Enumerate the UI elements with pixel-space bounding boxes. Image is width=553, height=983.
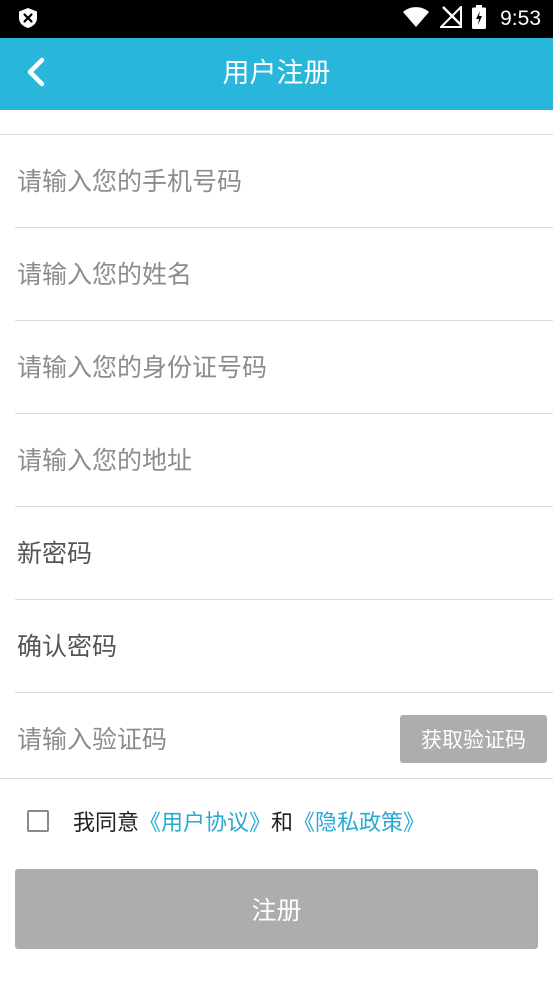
confirm-password-row (15, 600, 553, 693)
divider (0, 778, 553, 779)
page-title: 用户注册 (222, 58, 331, 89)
get-code-button[interactable]: 获取验证码 (400, 715, 547, 763)
shield-close-icon (17, 7, 39, 29)
agree-prefix: 我同意 (73, 811, 140, 836)
agree-checkbox[interactable] (27, 810, 49, 832)
app-header: 用户注册 (0, 38, 553, 110)
confirm-password-input[interactable] (15, 600, 535, 692)
name-row (15, 228, 553, 321)
status-icons: 9:53 (402, 0, 541, 38)
id-number-input[interactable] (15, 321, 535, 413)
new-password-input[interactable] (15, 507, 535, 599)
privacy-policy-link[interactable]: 《隐私政策》 (293, 805, 425, 837)
wifi-icon (402, 6, 430, 32)
register-button[interactable]: 注册 (15, 869, 538, 949)
agree-and: 和 (271, 811, 294, 836)
verification-code-row: 获取验证码 (15, 693, 553, 785)
no-signal-icon (438, 4, 463, 32)
verification-code-input[interactable] (15, 693, 385, 785)
agreement-row: 我同意 《用户协议》 和 《隐私政策》 (27, 806, 425, 836)
address-row (15, 414, 553, 507)
user-agreement-link[interactable]: 《用户协议》 (139, 805, 271, 837)
battery-charging-icon (472, 5, 487, 33)
name-input[interactable] (15, 228, 535, 320)
address-input[interactable] (15, 414, 535, 506)
register-page: 9:53 用户注册 请输入您的手机号码 请输入您的姓名 请输入您的身份证号码 请… (0, 0, 553, 983)
phone-row (15, 135, 553, 228)
status-time: 9:53 (500, 7, 541, 30)
phone-input[interactable] (15, 135, 535, 227)
id-number-row (15, 321, 553, 414)
register-form: 获取验证码 (0, 135, 553, 785)
new-password-row (15, 507, 553, 600)
status-bar: 9:53 (0, 0, 553, 38)
